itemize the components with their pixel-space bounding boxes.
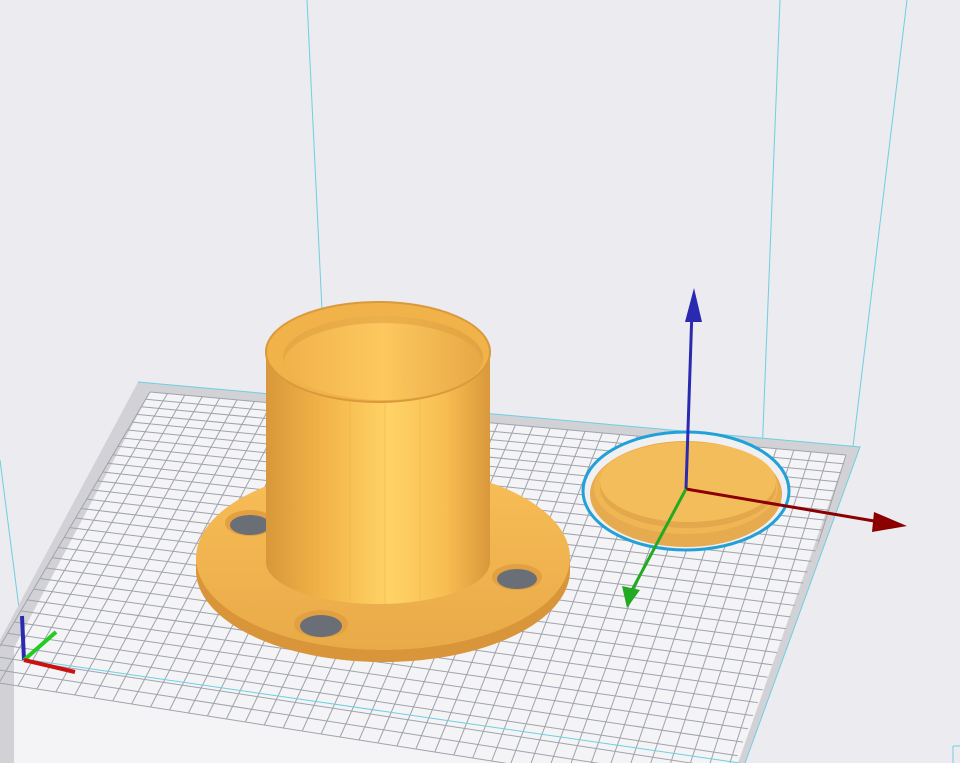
scene-canvas[interactable] [0,0,960,763]
gizmo-x-arrowhead[interactable] [872,512,907,532]
3d-viewport[interactable] [0,0,960,763]
gizmo-z-arrowhead[interactable] [685,288,702,322]
